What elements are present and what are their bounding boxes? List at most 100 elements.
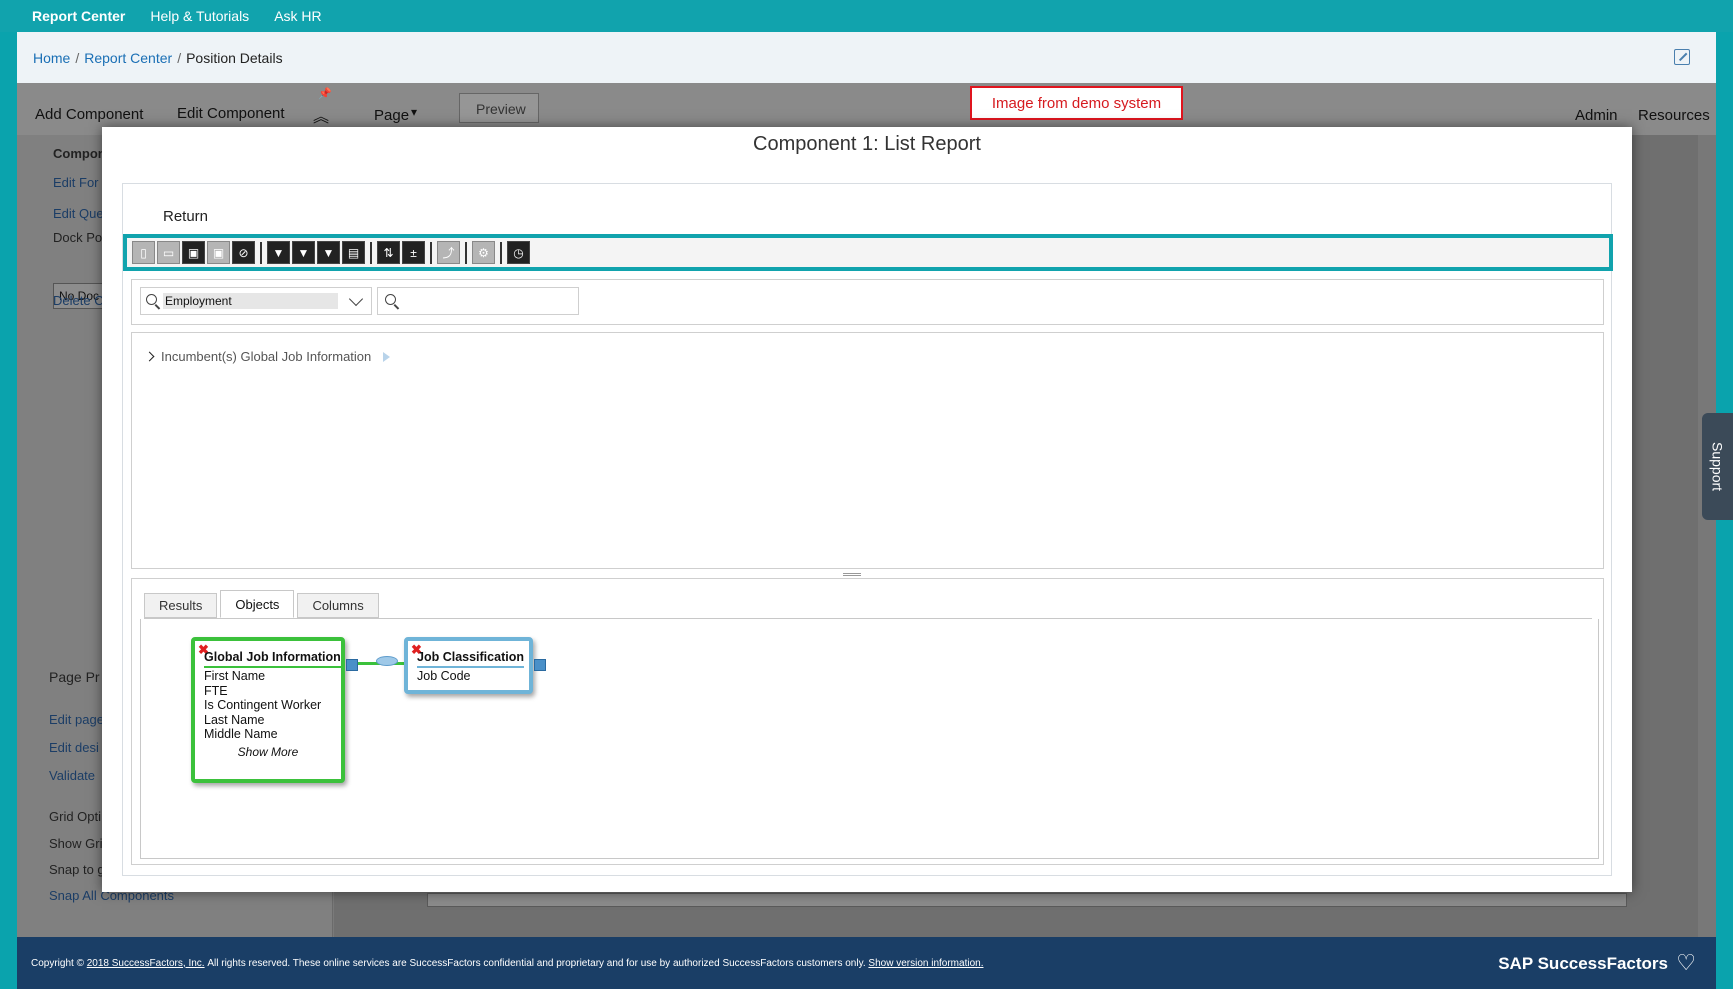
filter-settings-icon[interactable]: ▼: [292, 241, 315, 264]
breadcrumb-separator: /: [75, 49, 80, 66]
query-panel: Results Objects Columns ✖ Global Job Inf…: [131, 578, 1604, 865]
return-button[interactable]: Return: [163, 208, 208, 225]
object-field: FTE: [204, 684, 228, 698]
add-component-button[interactable]: Add Component: [35, 106, 143, 123]
edit-component-button[interactable]: Edit Component: [177, 105, 285, 122]
vertical-scrollbar[interactable]: [1698, 135, 1716, 937]
tree-item[interactable]: Incumbent(s) Global Job Information: [144, 349, 391, 364]
search-icon: [385, 294, 396, 305]
chevron-right-icon[interactable]: [144, 351, 155, 362]
nav-ask-hr[interactable]: Ask HR: [274, 8, 321, 24]
sidebar-grid-options: Grid Opti: [49, 809, 102, 824]
sidebar-page-properties: Page Pr: [49, 669, 100, 685]
link-handle-icon[interactable]: [534, 659, 546, 671]
query-tabs: Results Objects Columns: [144, 590, 379, 618]
toolbar-divider: [465, 241, 467, 264]
panel-splitter[interactable]: [843, 573, 861, 576]
footer-text: All rights reserved. These online servic…: [207, 957, 866, 969]
search-icon: [146, 294, 157, 305]
toolbar-divider: [260, 241, 262, 264]
list-report-modal: Component 1: List Report Return ▯ ▭ ▣ ▣ …: [102, 127, 1632, 892]
object-tree-panel: Incumbent(s) Global Job Information: [131, 332, 1604, 569]
sidebar-edit-format[interactable]: Edit For: [53, 175, 99, 190]
new-document-icon[interactable]: ▯: [132, 241, 155, 264]
tab-columns[interactable]: Columns: [297, 593, 379, 618]
pin-icon[interactable]: 📌: [318, 87, 332, 100]
brand-logo: SAP SuccessFactors: [1498, 954, 1668, 973]
breadcrumb-current: Position Details: [186, 49, 283, 66]
sidebar-validate[interactable]: Validate: [49, 768, 95, 783]
search-input[interactable]: [377, 287, 579, 315]
breadcrumb-separator: /: [177, 49, 182, 66]
settings-gear-icon[interactable]: ⚙: [472, 241, 495, 264]
object-field: Is Contingent Worker: [204, 698, 322, 712]
demo-label: Image from demo system: [970, 86, 1183, 120]
preview-button[interactable]: Preview: [459, 93, 539, 123]
link-handle-icon[interactable]: [346, 659, 358, 671]
object-card-title: Job Classification: [417, 650, 524, 668]
top-nav: Report Center Help & Tutorials Ask HR: [0, 0, 1733, 32]
heart-icon: ♡: [1676, 950, 1696, 975]
tree-item-label: Incumbent(s) Global Job Information: [161, 349, 372, 364]
page-dropdown[interactable]: Page: [374, 107, 409, 124]
sidebar-show-grid[interactable]: Show Gri: [49, 836, 102, 851]
copyright-prefix: Copyright ©: [31, 957, 84, 969]
breadcrumb: Home / Report Center / Position Details: [17, 32, 1716, 83]
object-card-job-classification[interactable]: ✖ Job Classification Job Code: [404, 637, 546, 694]
objects-canvas: ✖ Global Job Information First Name FTE …: [140, 619, 1599, 859]
tab-objects[interactable]: Objects: [220, 590, 295, 618]
report-toolbar: ▯ ▭ ▣ ▣ ⊘ ▼ ▼ ▼ ▤ ⇅ ± ⤴ ⚙ ◷: [123, 234, 1613, 271]
nav-help-tutorials[interactable]: Help & Tutorials: [150, 8, 249, 24]
sort-icon[interactable]: ⇅: [377, 241, 400, 264]
object-field: First Name: [204, 669, 266, 683]
admin-link[interactable]: Admin: [1575, 107, 1618, 124]
show-more-link[interactable]: Show More: [195, 745, 341, 759]
object-card-title: Global Job Information: [204, 650, 341, 668]
object-field: Middle Name: [204, 727, 278, 741]
object-field: Last Name: [204, 713, 265, 727]
open-folder-icon[interactable]: ▭: [157, 241, 180, 264]
report-editor: Return ▯ ▭ ▣ ▣ ⊘ ▼ ▼ ▼ ▤ ⇅ ± ⤴ ⚙ ◷ Emplo: [122, 183, 1613, 876]
chevron-down-icon[interactable]: [348, 291, 364, 307]
expand-icon[interactable]: [1674, 49, 1690, 65]
chevron-down-icon: ▾: [411, 105, 418, 119]
cancel-icon[interactable]: ⊘: [232, 241, 255, 264]
eye-icon[interactable]: [376, 656, 398, 666]
object-field: Job Code: [417, 669, 471, 683]
support-tab[interactable]: Support: [1702, 413, 1733, 520]
sidebar-edit-design[interactable]: Edit desi: [49, 740, 99, 755]
toolbar-divider: [430, 241, 432, 264]
filter-help-icon[interactable]: ▼: [317, 241, 340, 264]
collapse-icon[interactable]: ︽: [313, 103, 329, 127]
tab-results[interactable]: Results: [144, 593, 218, 618]
resources-link[interactable]: Resources: [1638, 107, 1710, 124]
horizontal-scrollbar[interactable]: [427, 893, 1627, 907]
filter-icon[interactable]: ▼: [267, 241, 290, 264]
breadcrumb-home[interactable]: Home: [33, 50, 70, 66]
calculation-icon[interactable]: ±: [402, 241, 425, 264]
save-icon[interactable]: ▣: [182, 241, 205, 264]
transpose-icon[interactable]: ⤴: [437, 241, 460, 264]
footer: Copyright © 2018 SuccessFactors, Inc. Al…: [17, 937, 1716, 989]
version-link[interactable]: Show version information.: [868, 958, 983, 969]
schedule-icon[interactable]: ◷: [507, 241, 530, 264]
toolbar-divider: [370, 241, 372, 264]
object-card-global-job-information[interactable]: ✖ Global Job Information First Name FTE …: [191, 637, 358, 783]
domain-combobox[interactable]: Employment: [140, 287, 372, 315]
search-panel: Employment: [131, 279, 1604, 325]
play-arrow-icon: [383, 351, 391, 362]
sidebar-edit-query[interactable]: Edit Que: [53, 206, 104, 221]
breadcrumb-report-center[interactable]: Report Center: [84, 50, 172, 66]
sidebar-edit-page[interactable]: Edit page: [49, 712, 104, 727]
sidebar-delete[interactable]: Delete C: [53, 293, 104, 308]
modal-title: Component 1: List Report: [753, 133, 981, 155]
sidebar-dock-position: Dock Po: [53, 230, 103, 245]
sidebar-snap-to-grid[interactable]: Snap to g: [49, 862, 105, 877]
toolbar-divider: [500, 241, 502, 264]
sidebar-component-heading: Compon: [53, 146, 106, 161]
nav-report-center[interactable]: Report Center: [32, 8, 125, 24]
save-as-icon[interactable]: ▣: [207, 241, 230, 264]
ranking-icon[interactable]: ▤: [342, 241, 365, 264]
domain-combobox-value: Employment: [163, 293, 338, 309]
company-link[interactable]: 2018 SuccessFactors, Inc.: [87, 958, 205, 969]
